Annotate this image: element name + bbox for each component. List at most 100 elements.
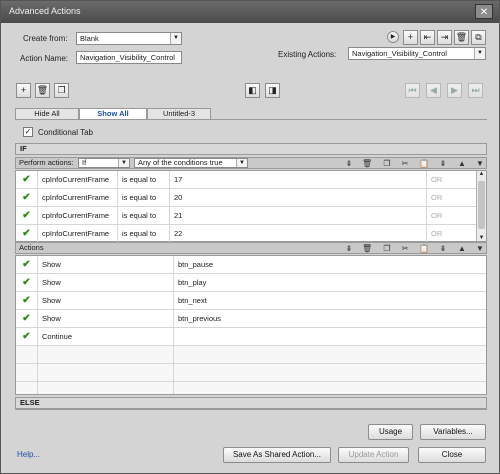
paste-action-icon[interactable]: 📋 [419,244,429,254]
action-command[interactable]: Show [38,256,174,274]
close-button[interactable]: Close [418,447,486,463]
table-row[interactable]: ✔ cpInfoCurrentFrame is equal to 21 OR [16,207,478,225]
close-window-icon[interactable]: ✕ [475,4,493,19]
window-title: Advanced Actions [9,6,81,16]
action-command[interactable]: Show [38,292,174,310]
previous-tab-icon[interactable]: ◀ [426,83,441,98]
chevron-down-icon: ▼ [118,159,129,167]
else-section-header[interactable]: ELSE [15,397,487,409]
scroll-up-icon[interactable]: ▲ [477,171,486,177]
existing-actions-value: Navigation_Visibility_Control [352,49,447,58]
action-target[interactable]: btn_play [174,274,486,292]
condition-value[interactable]: 22 [170,225,427,243]
copy-condition-icon[interactable]: ❐ [382,159,392,169]
move-down-icon[interactable]: ▼ [475,159,485,169]
action-target[interactable]: btn_previous [174,310,486,328]
existing-actions-select[interactable]: Navigation_Visibility_Control ▼ [348,47,486,60]
condition-value[interactable]: 21 [170,207,427,225]
check-icon: ✔ [16,256,38,274]
table-row[interactable]: ✔ cpInfoCurrentFrame is equal to 20 OR [16,189,478,207]
table-row[interactable]: ✔ Show btn_previous [16,310,486,328]
copy-action-icon[interactable]: ❐ [382,244,392,254]
update-action-button[interactable]: Update Action [338,447,409,463]
condition-value[interactable]: 20 [170,189,427,207]
create-from-select[interactable]: Blank ▼ [76,32,182,45]
table-row[interactable]: ✔ cpInfoCurrentFrame is equal to 22 OR [16,225,478,243]
table-row[interactable]: ✔ Show btn_pause [16,256,486,274]
empty-row[interactable] [16,364,486,382]
action-command[interactable]: Show [38,274,174,292]
cut-condition-icon[interactable]: ✂ [400,159,410,169]
insert-action-below-icon[interactable]: ⇟ [438,244,448,254]
move-up-icon[interactable]: ▲ [457,244,467,254]
insert-condition-icon[interactable]: ⇟ [344,159,354,169]
empty-cell[interactable] [38,382,174,394]
empty-row[interactable] [16,382,486,394]
condition-operator[interactable]: is equal to [118,225,170,243]
table-row[interactable]: ✔ Show btn_play [16,274,486,292]
empty-check-cell [16,364,38,382]
next-tab-icon[interactable]: ▶ [447,83,462,98]
first-tab-icon[interactable]: ⏮ [405,83,420,98]
action-command[interactable]: Continue [38,328,174,346]
actions-label: Actions [19,243,44,252]
play-icon[interactable]: ▶ [387,31,399,43]
action-target[interactable]: btn_pause [174,256,486,274]
import-action-icon[interactable]: ⇤ [420,30,435,45]
condition-variable[interactable]: cpInfoCurrentFrame [38,207,118,225]
move-tab-right-icon[interactable]: ◨ [265,83,280,98]
condition-variable[interactable]: cpInfoCurrentFrame [38,171,118,189]
add-tab-icon[interactable]: + [16,83,31,98]
tab-show-all[interactable]: Show All [79,108,147,120]
add-action-icon[interactable]: + [403,30,418,45]
move-down-icon[interactable]: ▼ [475,244,485,254]
scroll-thumb[interactable] [478,181,485,229]
action-name-label: Action Name: [20,54,69,63]
action-target[interactable] [174,328,486,346]
move-tab-left-icon[interactable]: ◧ [245,83,260,98]
paste-condition-icon[interactable]: 📋 [419,159,429,169]
move-up-icon[interactable]: ▲ [457,159,467,169]
export-action-icon[interactable]: ⇥ [437,30,452,45]
condition-operator[interactable]: is equal to [118,207,170,225]
condition-operator[interactable]: is equal to [118,189,170,207]
condition-joiner[interactable]: OR [427,207,478,225]
save-as-shared-action-button[interactable]: Save As Shared Action... [223,447,331,463]
condition-variable[interactable]: cpInfoCurrentFrame [38,225,118,243]
scroll-down-icon[interactable]: ▼ [477,235,486,241]
table-row[interactable]: ✔ cpInfoCurrentFrame is equal to 17 OR [16,171,478,189]
action-command[interactable]: Show [38,310,174,328]
variables-button[interactable]: Variables... [420,424,486,440]
conditional-tab-checkbox[interactable]: ✓ [23,127,33,137]
condition-operator[interactable]: is equal to [118,171,170,189]
delete-action-row-icon[interactable]: 🗑 [362,244,372,254]
perform-mode-select[interactable]: If ▼ [78,158,130,168]
tab-untitled-3[interactable]: Untitled-3 [147,108,211,120]
condition-value[interactable]: 17 [170,171,427,189]
empty-cell[interactable] [38,364,174,382]
duplicate-tab-icon[interactable]: ❐ [54,83,69,98]
empty-row[interactable] [16,346,486,364]
action-target[interactable]: btn_next [174,292,486,310]
table-row[interactable]: ✔ Show btn_next [16,292,486,310]
cut-action-icon[interactable]: ✂ [400,244,410,254]
insert-action-icon[interactable]: ⇟ [344,244,354,254]
condition-joiner[interactable]: OR [427,171,478,189]
condition-variable[interactable]: cpInfoCurrentFrame [38,189,118,207]
delete-action-icon[interactable]: 🗑 [454,30,469,45]
delete-tab-icon[interactable]: 🗑 [35,83,50,98]
usage-button[interactable]: Usage [368,424,413,440]
empty-cell[interactable] [38,346,174,364]
table-row[interactable]: ✔ Continue [16,328,486,346]
last-tab-icon[interactable]: ⏭ [468,83,483,98]
tab-hide-all[interactable]: Hide All [15,108,79,120]
duplicate-action-icon[interactable]: ⧉ [471,30,486,45]
condition-mode-select[interactable]: Any of the conditions true ▼ [134,158,248,168]
help-link[interactable]: Help... [17,450,40,459]
condition-joiner[interactable]: OR [427,225,478,243]
insert-below-icon[interactable]: ⇟ [438,159,448,169]
delete-condition-icon[interactable]: 🗑 [362,159,372,169]
conditions-scrollbar[interactable]: ▲ ▼ [476,171,486,241]
action-name-field[interactable]: Navigation_Visibility_Control [76,51,182,64]
condition-joiner[interactable]: OR [427,189,478,207]
